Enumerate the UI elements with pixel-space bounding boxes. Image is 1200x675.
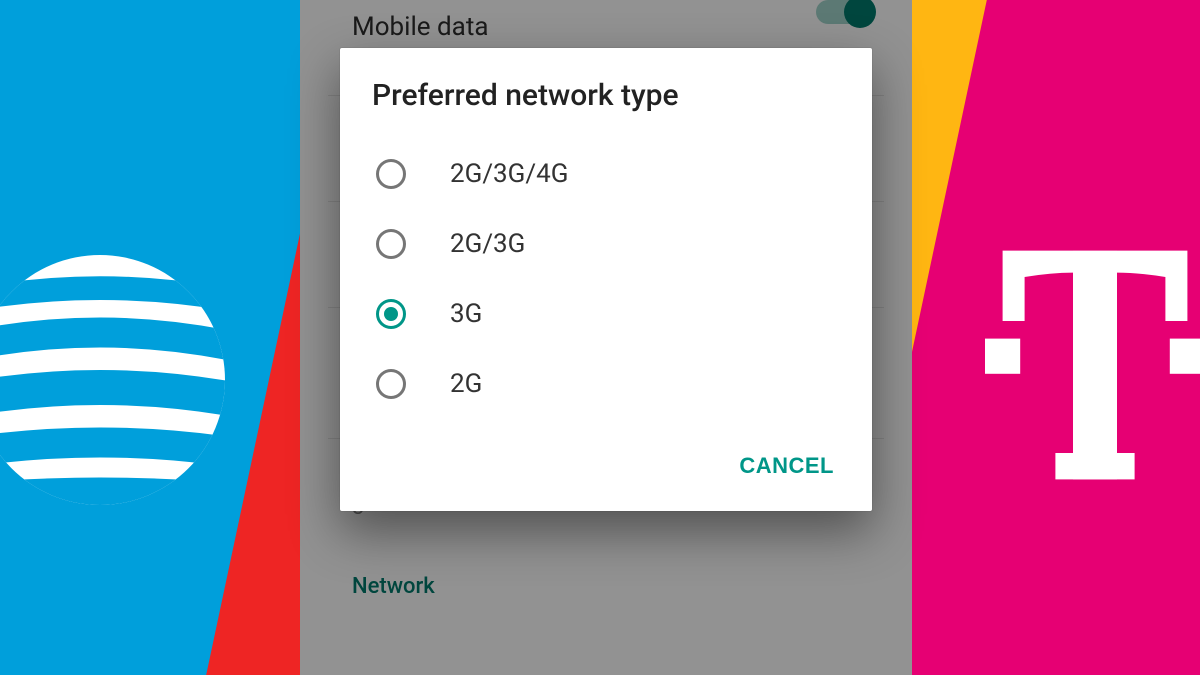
option-2g-3g-4g[interactable]: 2G/3G/4G [340, 139, 872, 209]
option-3g[interactable]: 3G [340, 279, 872, 349]
tmobile-t-icon [985, 225, 1200, 505]
att-globe-icon [0, 255, 225, 505]
cancel-button[interactable]: CANCEL [727, 445, 846, 487]
option-2g[interactable]: 2G [340, 349, 872, 419]
dialog-title: Preferred network type [340, 78, 872, 139]
dialog-actions: CANCEL [340, 419, 872, 495]
option-label: 2G [450, 369, 482, 399]
radio-icon-selected [376, 299, 406, 329]
option-label: 2G/3G/4G [450, 159, 568, 189]
radio-icon [376, 369, 406, 399]
option-label: 3G [450, 299, 482, 329]
stage: Mobile data Access data using mobile net… [0, 0, 1200, 675]
option-label: 2G/3G [450, 229, 525, 259]
radio-icon [376, 229, 406, 259]
preferred-network-dialog: Preferred network type 2G/3G/4G 2G/3G 3G… [340, 48, 872, 511]
radio-icon [376, 159, 406, 189]
option-2g-3g[interactable]: 2G/3G [340, 209, 872, 279]
